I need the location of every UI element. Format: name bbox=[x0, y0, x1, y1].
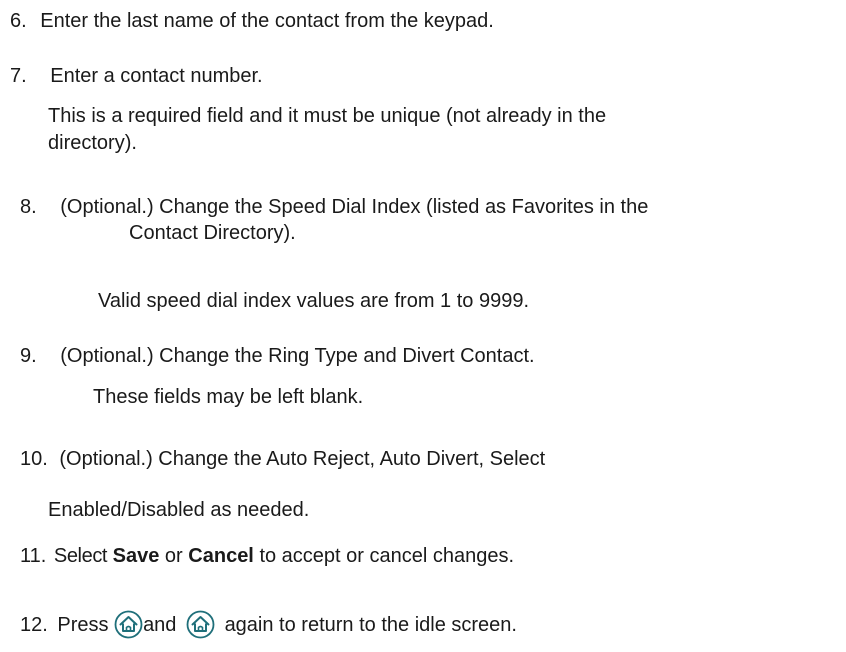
step-number: 7. bbox=[10, 65, 27, 87]
step-number: 10. bbox=[20, 448, 48, 470]
step-8-text-line-2: Contact Directory). bbox=[129, 222, 296, 244]
step-prefix: Select bbox=[53, 545, 108, 567]
step-7-note-line-2: directory). bbox=[48, 132, 137, 154]
step-text: (Optional.) Change the Auto Reject, Auto… bbox=[59, 448, 546, 470]
step-11: 11. Select Save or Cancel to accept or c… bbox=[20, 544, 514, 569]
step-10-text-line-2: Enabled/Disabled as needed. bbox=[48, 499, 310, 521]
step-6: 6. Enter the last name of the contact fr… bbox=[10, 9, 494, 34]
step-7: 7. Enter a contact number. bbox=[10, 64, 263, 89]
step-number: 9. bbox=[20, 345, 37, 367]
step-9-note: These fields may be left blank. bbox=[93, 386, 364, 408]
step-number: 12. bbox=[20, 614, 48, 636]
step-12: 12. Press and again to return to the idl… bbox=[20, 610, 517, 639]
step-7-note-line-1: This is a required field and it must be … bbox=[48, 105, 607, 127]
step-number: 6. bbox=[10, 10, 27, 32]
step-text: Enter the last name of the contact from … bbox=[40, 10, 494, 32]
home-icon bbox=[186, 610, 215, 639]
cancel-label: Cancel bbox=[188, 545, 254, 567]
step-prefix: Press bbox=[57, 614, 109, 636]
step-text: Enter a contact number. bbox=[50, 65, 263, 87]
home-icon bbox=[114, 610, 143, 639]
step-10: 10. (Optional.) Change the Auto Reject, … bbox=[20, 447, 545, 472]
step-text: (Optional.) Change the Speed Dial Index … bbox=[60, 196, 649, 218]
step-suffix: again to return to the idle screen. bbox=[224, 614, 517, 636]
step-9: 9. (Optional.) Change the Ring Type and … bbox=[20, 344, 535, 369]
step-text: (Optional.) Change the Ring Type and Div… bbox=[60, 345, 535, 367]
step-8: 8. (Optional.) Change the Speed Dial Ind… bbox=[20, 195, 648, 220]
and-text: and bbox=[143, 614, 177, 636]
step-number: 11. bbox=[20, 545, 47, 567]
step-8-note: Valid speed dial index values are from 1… bbox=[98, 290, 530, 312]
step-number: 8. bbox=[20, 196, 37, 218]
step-suffix: to accept or cancel changes. bbox=[259, 545, 515, 567]
or-text: or bbox=[164, 545, 183, 567]
save-label: Save bbox=[112, 545, 160, 567]
